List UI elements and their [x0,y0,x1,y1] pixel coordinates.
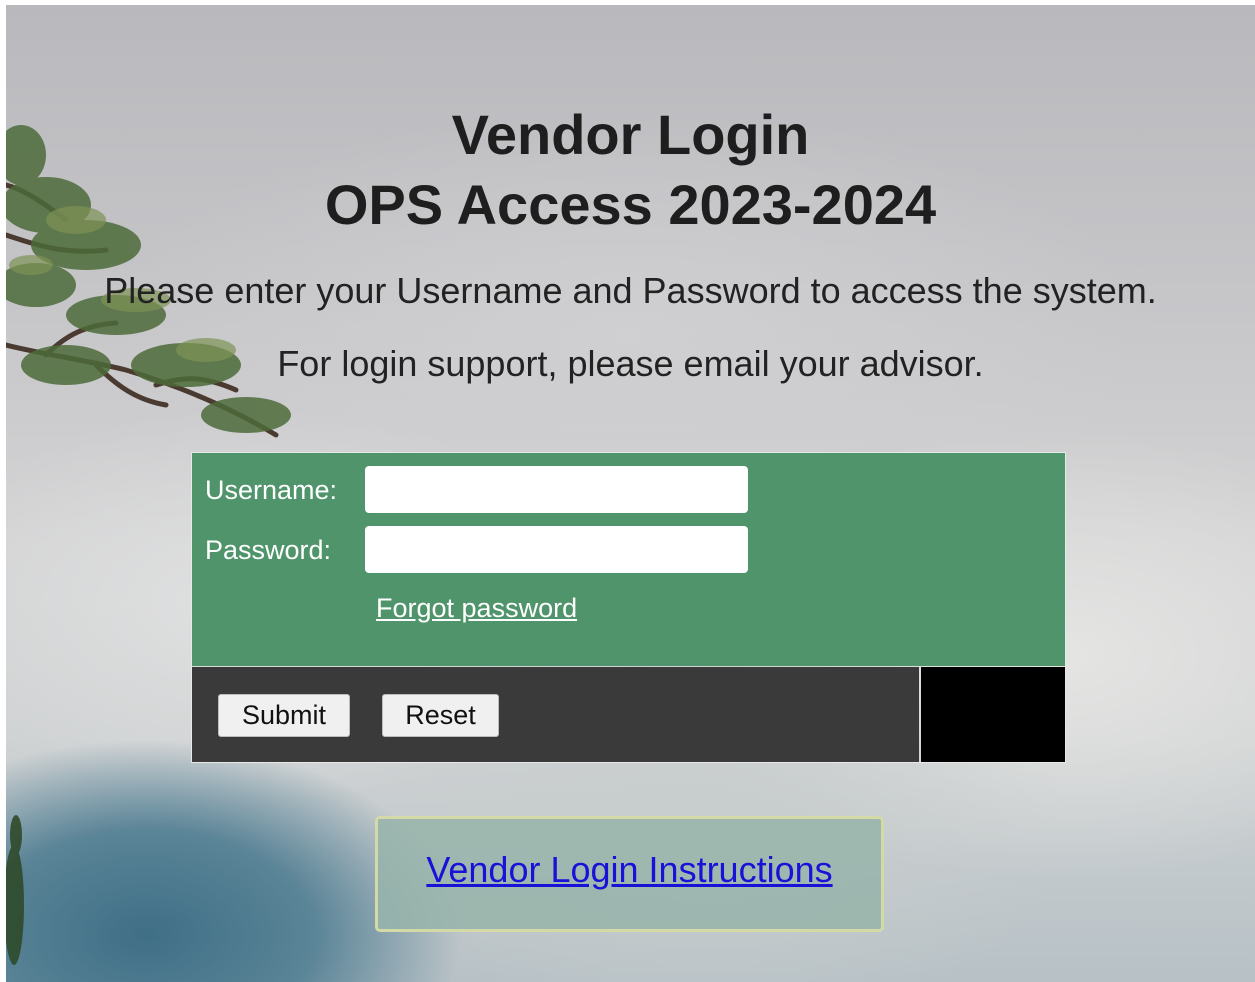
login-instructions-text: Please enter your Username and Password … [104,270,1157,311]
button-bar: Submit Reset [192,667,919,762]
username-label: Username: [205,475,338,505]
reset-button[interactable]: Reset [382,694,499,737]
username-input[interactable] [365,466,748,513]
forgot-password-link[interactable]: Forgot password [376,593,577,624]
vendor-login-instructions-link[interactable]: Vendor Login Instructions [378,849,881,891]
instructions-panel: Vendor Login Instructions [375,816,884,932]
password-label: Password: [205,535,332,565]
login-support-text: For login support, please email your adv… [277,343,984,384]
password-input[interactable] [365,526,748,573]
login-page: Vendor Login OPS Access 2023-2024 Please… [6,5,1255,982]
page-subtitle: OPS Access 2023-2024 [324,173,937,236]
submit-button[interactable]: Submit [218,694,350,737]
button-bar-corner-block [921,667,1065,762]
page-title: Vendor Login [451,103,810,166]
login-form: Username: Password: Forgot password Subm… [191,452,1066,763]
login-fields-panel: Username: Password: Forgot password [192,453,1065,666]
